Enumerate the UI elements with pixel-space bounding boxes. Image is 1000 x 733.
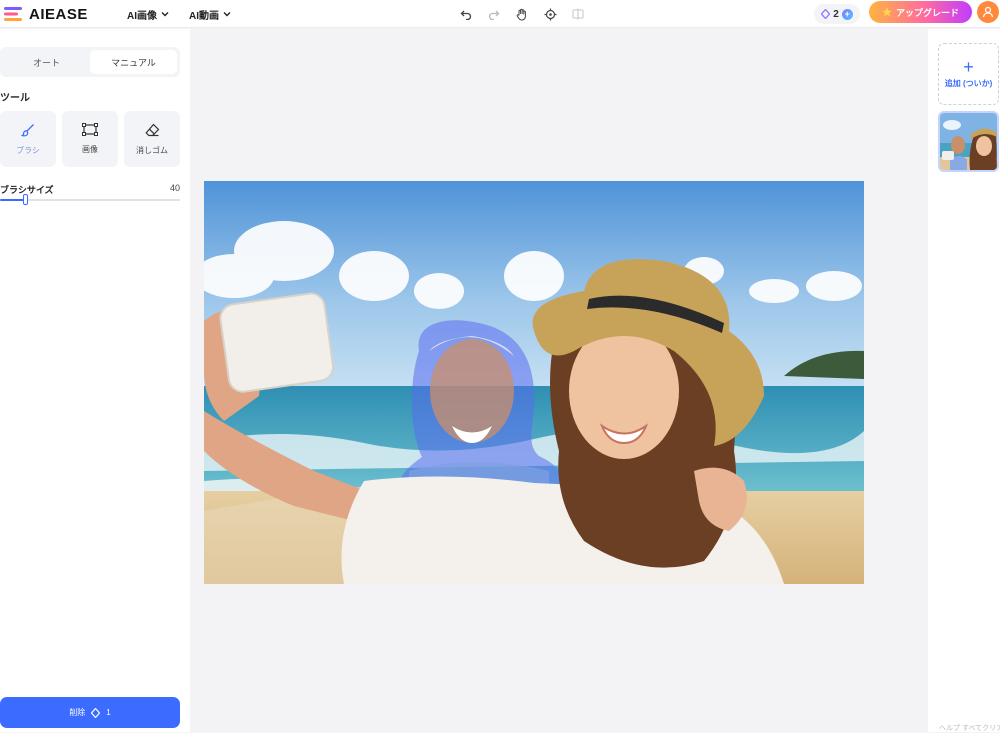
brush-size-value: 40 <box>169 183 180 193</box>
nav-ai-video-label: AI動画 <box>189 10 219 22</box>
redo-icon <box>488 10 500 20</box>
upgrade-button[interactable]: アップグレード <box>869 1 972 23</box>
upgrade-label: アップグレード <box>895 7 959 18</box>
right-image-panel: + 追加 (ついか) <box>928 29 1000 732</box>
tab-manual[interactable]: マニュアル <box>90 50 177 74</box>
left-tool-panel: オート マニュアル ツール ブラシ 画像 消しゴム ブラシサイズ 40 削除 1 <box>0 29 190 732</box>
top-bar: AIEASE AI画像 AI動画 2 + アップグレード <box>0 0 1000 28</box>
logo-text: AIEASE <box>29 5 88 23</box>
brush-icon <box>21 123 34 136</box>
undo-button[interactable] <box>452 4 480 24</box>
star-icon <box>882 7 892 17</box>
add-image-button[interactable]: + 追加 (ついか) <box>938 43 999 105</box>
image-thumbnail[interactable] <box>938 111 999 172</box>
brush-size-slider-fill <box>0 199 26 201</box>
beach-selfie-image <box>204 181 864 584</box>
credits-counter[interactable]: 2 + <box>814 4 860 24</box>
tool-brush[interactable]: ブラシ <box>0 111 56 167</box>
tool-list: ブラシ 画像 消しゴム <box>0 111 180 167</box>
tool-rectangle[interactable]: 画像 <box>62 111 118 167</box>
nav-ai-image-label: AI画像 <box>127 10 157 22</box>
credit-icon <box>91 707 101 718</box>
canvas-toolbar <box>452 4 592 24</box>
nav-ai-video[interactable]: AI動画 <box>189 5 231 23</box>
compare-icon <box>572 8 584 20</box>
tool-rectangle-label: 画像 <box>82 145 98 154</box>
eraser-icon <box>144 123 159 136</box>
compare-button[interactable] <box>564 4 592 24</box>
tab-manual-label: マニュアル <box>111 57 156 68</box>
logo[interactable]: AIEASE <box>4 4 88 24</box>
nav-ai-image[interactable]: AI画像 <box>127 5 169 23</box>
redo-button[interactable] <box>480 4 508 24</box>
tab-auto[interactable]: オート <box>3 50 90 74</box>
rectangle-select-icon <box>82 123 98 136</box>
remove-button[interactable]: 削除 1 <box>0 697 180 728</box>
add-credits-icon[interactable]: + <box>841 8 853 20</box>
logo-icon <box>4 7 22 21</box>
remove-button-cost: 1 <box>106 708 111 717</box>
hand-pan-button[interactable] <box>508 4 536 24</box>
crosshair-icon <box>544 8 556 20</box>
user-avatar[interactable] <box>977 1 999 23</box>
edited-photo[interactable] <box>204 181 864 584</box>
tab-auto-label: オート <box>32 57 60 68</box>
tool-eraser-label: 消しゴム <box>136 145 168 155</box>
hand-icon <box>516 8 526 20</box>
fit-center-button[interactable] <box>536 4 564 24</box>
credits-count: 2 <box>833 8 839 20</box>
thumbnail-image <box>940 113 997 170</box>
mode-segmented-control: オート マニュアル <box>0 47 180 77</box>
remove-button-label: 削除 <box>69 708 86 717</box>
tool-brush-label: ブラシ <box>16 145 40 155</box>
credit-gem-icon <box>821 9 831 19</box>
chevron-down-icon <box>161 9 169 19</box>
add-image-label: 追加 (ついか) <box>944 79 993 88</box>
brush-size-slider[interactable] <box>0 194 180 205</box>
brush-size-slider-thumb[interactable] <box>23 194 29 205</box>
plus-icon: + <box>963 57 974 77</box>
undo-icon <box>460 10 472 20</box>
editor-canvas[interactable] <box>190 29 928 732</box>
tool-eraser[interactable]: 消しゴム <box>124 111 180 167</box>
chevron-down-icon <box>223 9 231 19</box>
user-icon <box>982 6 994 18</box>
tools-title: ツール <box>0 93 30 104</box>
